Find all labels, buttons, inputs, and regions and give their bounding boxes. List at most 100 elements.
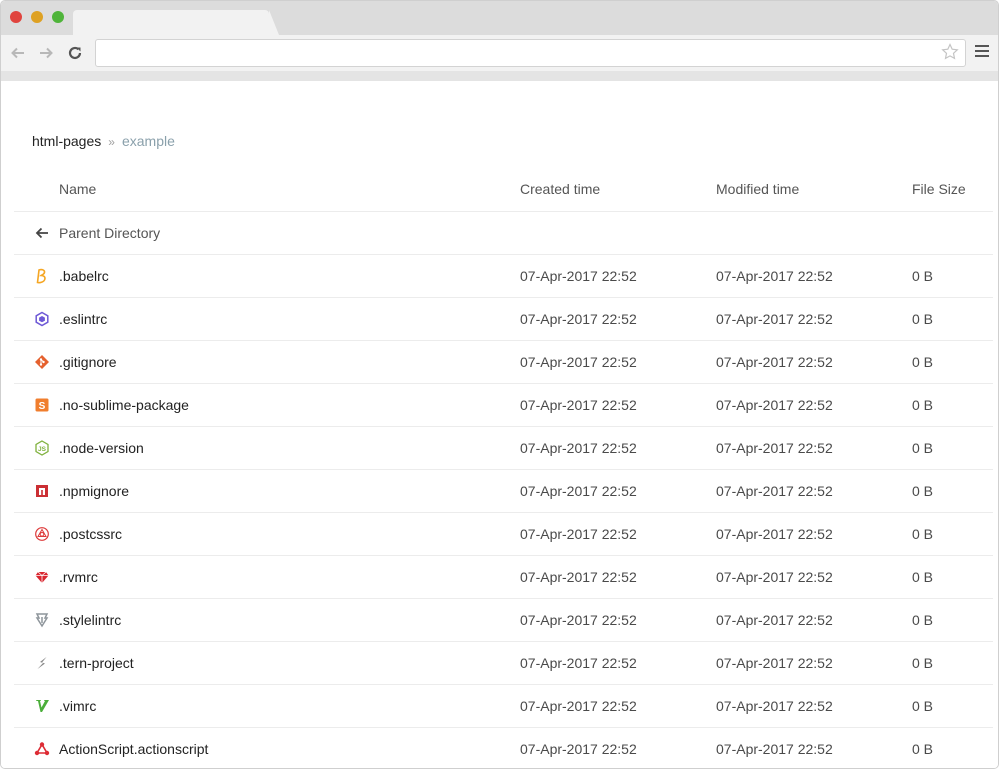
file-size-cell: 0 B: [912, 440, 934, 456]
file-name-link[interactable]: .postcssrc: [59, 526, 122, 542]
git-icon: [34, 354, 50, 370]
browser-window: html-pages » example Name Created time Mod…: [0, 0, 999, 769]
created-time-cell: 07-Apr-2017 22:52: [520, 397, 637, 413]
postcss-icon: [34, 526, 50, 542]
file-name-link[interactable]: .node-version: [59, 440, 144, 456]
bookmark-button[interactable]: [939, 41, 961, 63]
file-size-cell: 0 B: [912, 397, 934, 413]
hamburger-menu-icon[interactable]: [975, 45, 989, 59]
file-name-link[interactable]: .vimrc: [59, 698, 96, 714]
file-name-link[interactable]: .gitignore: [59, 354, 117, 370]
table-header-row: Name Created time Modified time File Siz…: [14, 167, 993, 212]
reload-icon: [68, 46, 82, 60]
file-size-cell: 0 B: [912, 698, 934, 714]
file-name-link[interactable]: .rvmrc: [59, 569, 98, 585]
vim-icon: [34, 698, 50, 714]
title-bar: [1, 1, 998, 35]
reload-button[interactable]: [64, 42, 86, 64]
modified-time-cell: 07-Apr-2017 22:52: [716, 397, 833, 413]
babel-icon: [34, 268, 50, 284]
created-time-cell: 07-Apr-2017 22:52: [520, 311, 637, 327]
eslint-icon: [34, 311, 50, 327]
table-row[interactable]: .tern-project 07-Apr-2017 22:52 07-Apr-201…: [14, 642, 993, 685]
star-icon: [941, 43, 959, 60]
table-row[interactable]: .rvmrc 07-Apr-2017 22:52 07-Apr-2017 22:52…: [14, 556, 993, 599]
browser-toolbar: [1, 35, 998, 71]
ruby-icon: [34, 569, 50, 585]
tern-icon: [34, 655, 50, 671]
created-time-cell: 07-Apr-2017 22:52: [520, 526, 637, 542]
arrow-left-icon: [11, 47, 24, 59]
header-created-time[interactable]: Created time: [520, 167, 600, 211]
sublime-icon: S: [34, 397, 50, 413]
modified-time-cell: 07-Apr-2017 22:52: [716, 655, 833, 671]
file-size-cell: 0 B: [912, 741, 934, 757]
table-row[interactable]: .vimrc 07-Apr-2017 22:52 07-Apr-2017 22:52…: [14, 685, 993, 728]
address-bar[interactable]: [95, 39, 966, 67]
table-row[interactable]: .gitignore 07-Apr-2017 22:52 07-Apr-2017 2…: [14, 341, 993, 384]
close-window-button[interactable]: [10, 11, 22, 23]
npm-icon: [34, 483, 50, 499]
modified-time-cell: 07-Apr-2017 22:52: [716, 741, 833, 757]
created-time-cell: 07-Apr-2017 22:52: [520, 569, 637, 585]
toolbar-divider: [1, 71, 998, 81]
modified-time-cell: 07-Apr-2017 22:52: [716, 354, 833, 370]
modified-time-cell: 07-Apr-2017 22:52: [716, 526, 833, 542]
header-name[interactable]: Name: [59, 167, 96, 211]
svg-text:JS: JS: [38, 446, 47, 453]
modified-time-cell: 07-Apr-2017 22:52: [716, 483, 833, 499]
nodejs-icon: JS: [34, 440, 50, 456]
actionscript-icon: [34, 741, 50, 757]
arrow-left-icon: [34, 225, 50, 241]
table-row[interactable]: JS .node-version 07-Apr-2017 22:52 07-Apr-2…: [14, 427, 993, 470]
table-row[interactable]: .stylelintrc 07-Apr-2017 22:52 07-Apr-2017…: [14, 599, 993, 642]
modified-time-cell: 07-Apr-2017 22:52: [716, 569, 833, 585]
table-row[interactable]: .postcssrc 07-Apr-2017 22:52 07-Apr-2017 2…: [14, 513, 993, 556]
table-row[interactable]: .npmignore 07-Apr-2017 22:52 07-Apr-2017 2…: [14, 470, 993, 513]
modified-time-cell: 07-Apr-2017 22:52: [716, 268, 833, 284]
file-name-link[interactable]: .npmignore: [59, 483, 129, 499]
arrow-right-icon: [40, 47, 53, 59]
back-button[interactable]: [7, 42, 29, 64]
forward-button[interactable]: [35, 42, 57, 64]
file-name-link[interactable]: .no-sublime-package: [59, 397, 189, 413]
file-size-cell: 0 B: [912, 612, 934, 628]
stylelint-icon: [34, 612, 50, 628]
table-row[interactable]: ActionScript.actionscript 07-Apr-2017 22:…: [14, 728, 993, 768]
created-time-cell: 07-Apr-2017 22:52: [520, 655, 637, 671]
breadcrumb-current: example: [121, 133, 175, 149]
file-name-link[interactable]: .stylelintrc: [59, 612, 121, 628]
table-row[interactable]: .eslintrc 07-Apr-2017 22:52 07-Apr-2017 22…: [14, 298, 993, 341]
maximize-window-button[interactable]: [52, 11, 64, 23]
file-name-link[interactable]: .babelrc: [59, 268, 109, 284]
parent-directory-row[interactable]: Parent Directory: [14, 212, 993, 255]
table-row[interactable]: .babelrc 07-Apr-2017 22:52 07-Apr-2017 22:…: [14, 255, 993, 298]
modified-time-cell: 07-Apr-2017 22:52: [716, 612, 833, 628]
file-name-link[interactable]: .tern-project: [59, 655, 134, 671]
parent-directory-link[interactable]: Parent Directory: [59, 225, 160, 241]
minimize-window-button[interactable]: [31, 11, 43, 23]
file-size-cell: 0 B: [912, 569, 934, 585]
header-modified-time[interactable]: Modified time: [716, 167, 799, 211]
file-size-cell: 0 B: [912, 526, 934, 542]
file-size-cell: 0 B: [912, 354, 934, 370]
created-time-cell: 07-Apr-2017 22:52: [520, 483, 637, 499]
modified-time-cell: 07-Apr-2017 22:52: [716, 311, 833, 327]
created-time-cell: 07-Apr-2017 22:52: [520, 612, 637, 628]
breadcrumb-separator: »: [108, 135, 115, 149]
file-size-cell: 0 B: [912, 268, 934, 284]
breadcrumb-root-link[interactable]: html-pages: [32, 133, 101, 149]
created-time-cell: 07-Apr-2017 22:52: [520, 268, 637, 284]
file-name-link[interactable]: .eslintrc: [59, 311, 107, 327]
table-row[interactable]: S .no-sublime-package 07-Apr-2017 22:52 07-…: [14, 384, 993, 427]
header-file-size[interactable]: File Size: [912, 167, 966, 211]
breadcrumb: html-pages » example: [32, 133, 175, 149]
file-name-link[interactable]: ActionScript.actionscript: [59, 741, 208, 757]
file-size-cell: 0 B: [912, 655, 934, 671]
modified-time-cell: 07-Apr-2017 22:52: [716, 440, 833, 456]
created-time-cell: 07-Apr-2017 22:52: [520, 354, 637, 370]
modified-time-cell: 07-Apr-2017 22:52: [716, 698, 833, 714]
browser-tab[interactable]: [73, 10, 279, 35]
created-time-cell: 07-Apr-2017 22:52: [520, 741, 637, 757]
created-time-cell: 07-Apr-2017 22:52: [520, 440, 637, 456]
